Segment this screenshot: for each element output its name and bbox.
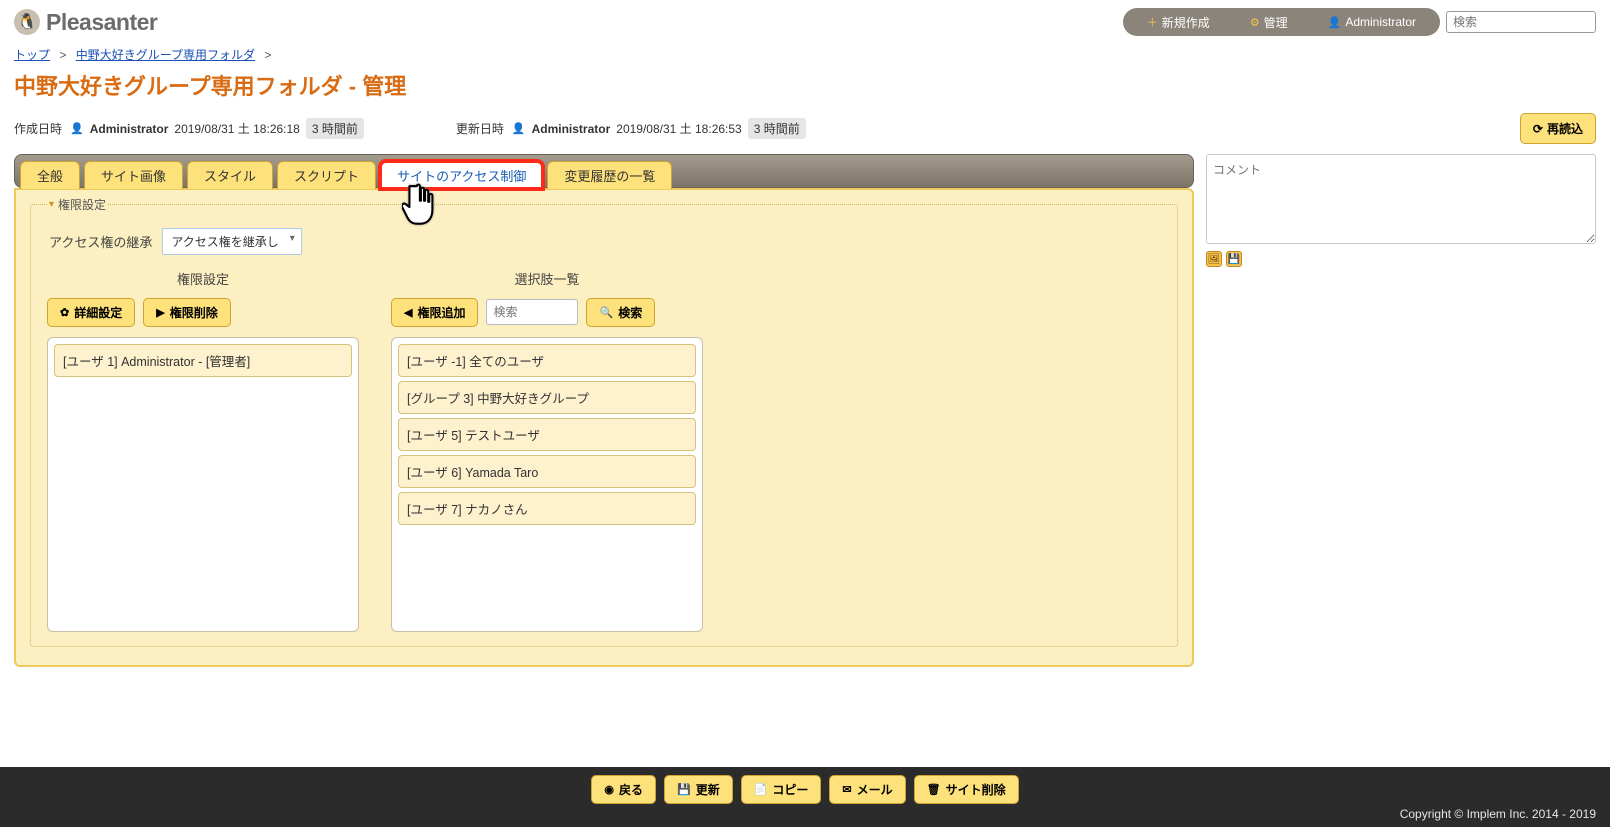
trash-icon: 🗑 [927, 783, 941, 796]
page-title: 中野大好きグループ専用フォルダ - 管理 [0, 69, 1610, 109]
mail-button[interactable]: ✉ メール [829, 775, 905, 804]
list-item[interactable]: [ユーザ 6] Yamada Taro [398, 455, 696, 488]
created-at: 2019/08/31 土 18:26:18 [174, 120, 299, 137]
tab-site-image[interactable]: サイト画像 [84, 161, 183, 189]
delete-button[interactable]: 🗑 サイト削除 [914, 775, 1019, 804]
back-label: 戻る [619, 781, 643, 798]
new-label: 新規作成 [1162, 14, 1210, 31]
mail-icon: ✉ [842, 783, 851, 796]
reload-label: 再読込 [1547, 120, 1583, 137]
list-item[interactable]: [ユーザ 1] Administrator - [管理者] [54, 344, 352, 377]
inherit-select[interactable]: アクセス権を継承し [162, 228, 301, 255]
add-label: 権限追加 [417, 304, 465, 321]
back-button[interactable]: ◉ 戻る [591, 775, 656, 804]
tabs: 全般 サイト画像 スタイル スクリプト サイトのアクセス制御 変更履歴の一覧 [14, 154, 1194, 188]
save-icon[interactable]: 💾 [1226, 251, 1242, 267]
user-link[interactable]: 👤Administrator [1308, 15, 1436, 29]
created-rel: 3 時間前 [306, 118, 364, 139]
detail-label: 詳細設定 [74, 304, 122, 321]
comment-textarea[interactable] [1206, 154, 1596, 244]
admin-link[interactable]: ⚙ 管理 [1230, 14, 1308, 31]
tab-general[interactable]: 全般 [20, 161, 80, 189]
person-icon: 👤 [512, 122, 526, 135]
copyright: Copyright © Implem Inc. 2014 - 2019 [1400, 807, 1596, 821]
gear-icon: ✿ [60, 306, 69, 319]
permissions-listbox[interactable]: [ユーザ 1] Administrator - [管理者] [47, 337, 359, 632]
copy-icon: 📄 [754, 783, 768, 796]
tab-script[interactable]: スクリプト [277, 161, 376, 189]
updated-rel: 3 時間前 [748, 118, 806, 139]
crumb-folder[interactable]: 中野大好きグループ専用フォルダ [76, 48, 255, 62]
fieldset-legend[interactable]: 権限設定 [47, 198, 108, 212]
list-item[interactable]: [グループ 3] 中野大好きグループ [398, 381, 696, 414]
tab-access-control[interactable]: サイトのアクセス制御 [380, 161, 543, 189]
gear-icon: ⚙ [1250, 16, 1260, 29]
logo-text: Pleasanter [46, 9, 157, 36]
user-label: Administrator [1345, 15, 1416, 29]
reload-button[interactable]: ⟳ 再読込 [1520, 113, 1596, 144]
remove-label: 権限削除 [170, 304, 218, 321]
admin-label: 管理 [1264, 14, 1288, 31]
list-item[interactable]: [ユーザ -1] 全てのユーザ [398, 344, 696, 377]
update-button[interactable]: 💾 更新 [664, 775, 733, 804]
search-button[interactable]: 🔍 検索 [586, 298, 655, 327]
footer: ◉ 戻る 💾 更新 📄 コピー ✉ メール 🗑 サイト削除 Copyright © Imp… [0, 767, 1610, 827]
search-label: 検索 [618, 304, 642, 321]
global-search-input[interactable] [1446, 11, 1596, 33]
person-icon: 👤 [70, 122, 84, 135]
arrow-left-icon: ◀ [404, 306, 412, 319]
options-search-input[interactable] [486, 299, 578, 325]
list-item[interactable]: [ユーザ 5] テストユーザ [398, 418, 696, 451]
updated-user: Administrator [532, 122, 611, 136]
options-listbox[interactable]: [ユーザ -1] 全てのユーザ [グループ 3] 中野大好きグループ [ユーザ 5]… [391, 337, 703, 632]
delete-label: サイト削除 [946, 781, 1006, 798]
created-user: Administrator [90, 122, 169, 136]
list-item[interactable]: [ユーザ 7] ナカノさん [398, 492, 696, 525]
topbar: ＋新規作成 ⚙ 管理 👤Administrator [1123, 8, 1440, 36]
perm-header: 権限設定 [47, 269, 359, 288]
updated-label: 更新日時 [456, 120, 504, 137]
back-icon: ◉ [604, 783, 614, 796]
logo-icon: 🐧 [14, 9, 40, 35]
tab-style[interactable]: スタイル [187, 161, 273, 189]
inherit-value: アクセス権を継承し [171, 235, 278, 249]
search-icon: 🔍 [599, 306, 613, 319]
copy-label: コピー [772, 781, 808, 798]
breadcrumb: トップ > 中野大好きグループ専用フォルダ > [0, 42, 1610, 69]
mail-label: メール [857, 781, 893, 798]
crumb-top[interactable]: トップ [14, 48, 50, 62]
add-perm-button[interactable]: ◀ 権限追加 [391, 298, 478, 327]
reload-icon: ⟳ [1533, 122, 1543, 136]
tab-history[interactable]: 変更履歴の一覧 [547, 161, 672, 189]
copy-button[interactable]: 📄 コピー [741, 775, 822, 804]
update-label: 更新 [696, 781, 720, 798]
person-icon: 👤 [1328, 16, 1342, 29]
plus-icon: ＋ [1147, 14, 1158, 30]
access-panel: 権限設定 アクセス権の継承 アクセス権を継承し 権限設定 ✿ 詳細設定 ▶ 権限削除 [14, 188, 1194, 667]
inherit-label: アクセス権の継承 [49, 232, 152, 251]
created-label: 作成日時 [14, 120, 62, 137]
detail-settings-button[interactable]: ✿ 詳細設定 [47, 298, 135, 327]
save-icon: 💾 [677, 783, 691, 796]
logo[interactable]: 🐧 Pleasanter [14, 9, 157, 36]
remove-perm-button[interactable]: ▶ 権限削除 [143, 298, 230, 327]
new-link[interactable]: ＋新規作成 [1127, 14, 1230, 31]
arrow-right-icon: ▶ [156, 306, 164, 319]
options-header: 選択肢一覧 [391, 269, 703, 288]
updated-at: 2019/08/31 土 18:26:53 [616, 120, 741, 137]
image-icon[interactable]: 🖼 [1206, 251, 1222, 267]
meta-bar: 作成日時 👤 Administrator 2019/08/31 土 18:26:… [0, 109, 1610, 154]
